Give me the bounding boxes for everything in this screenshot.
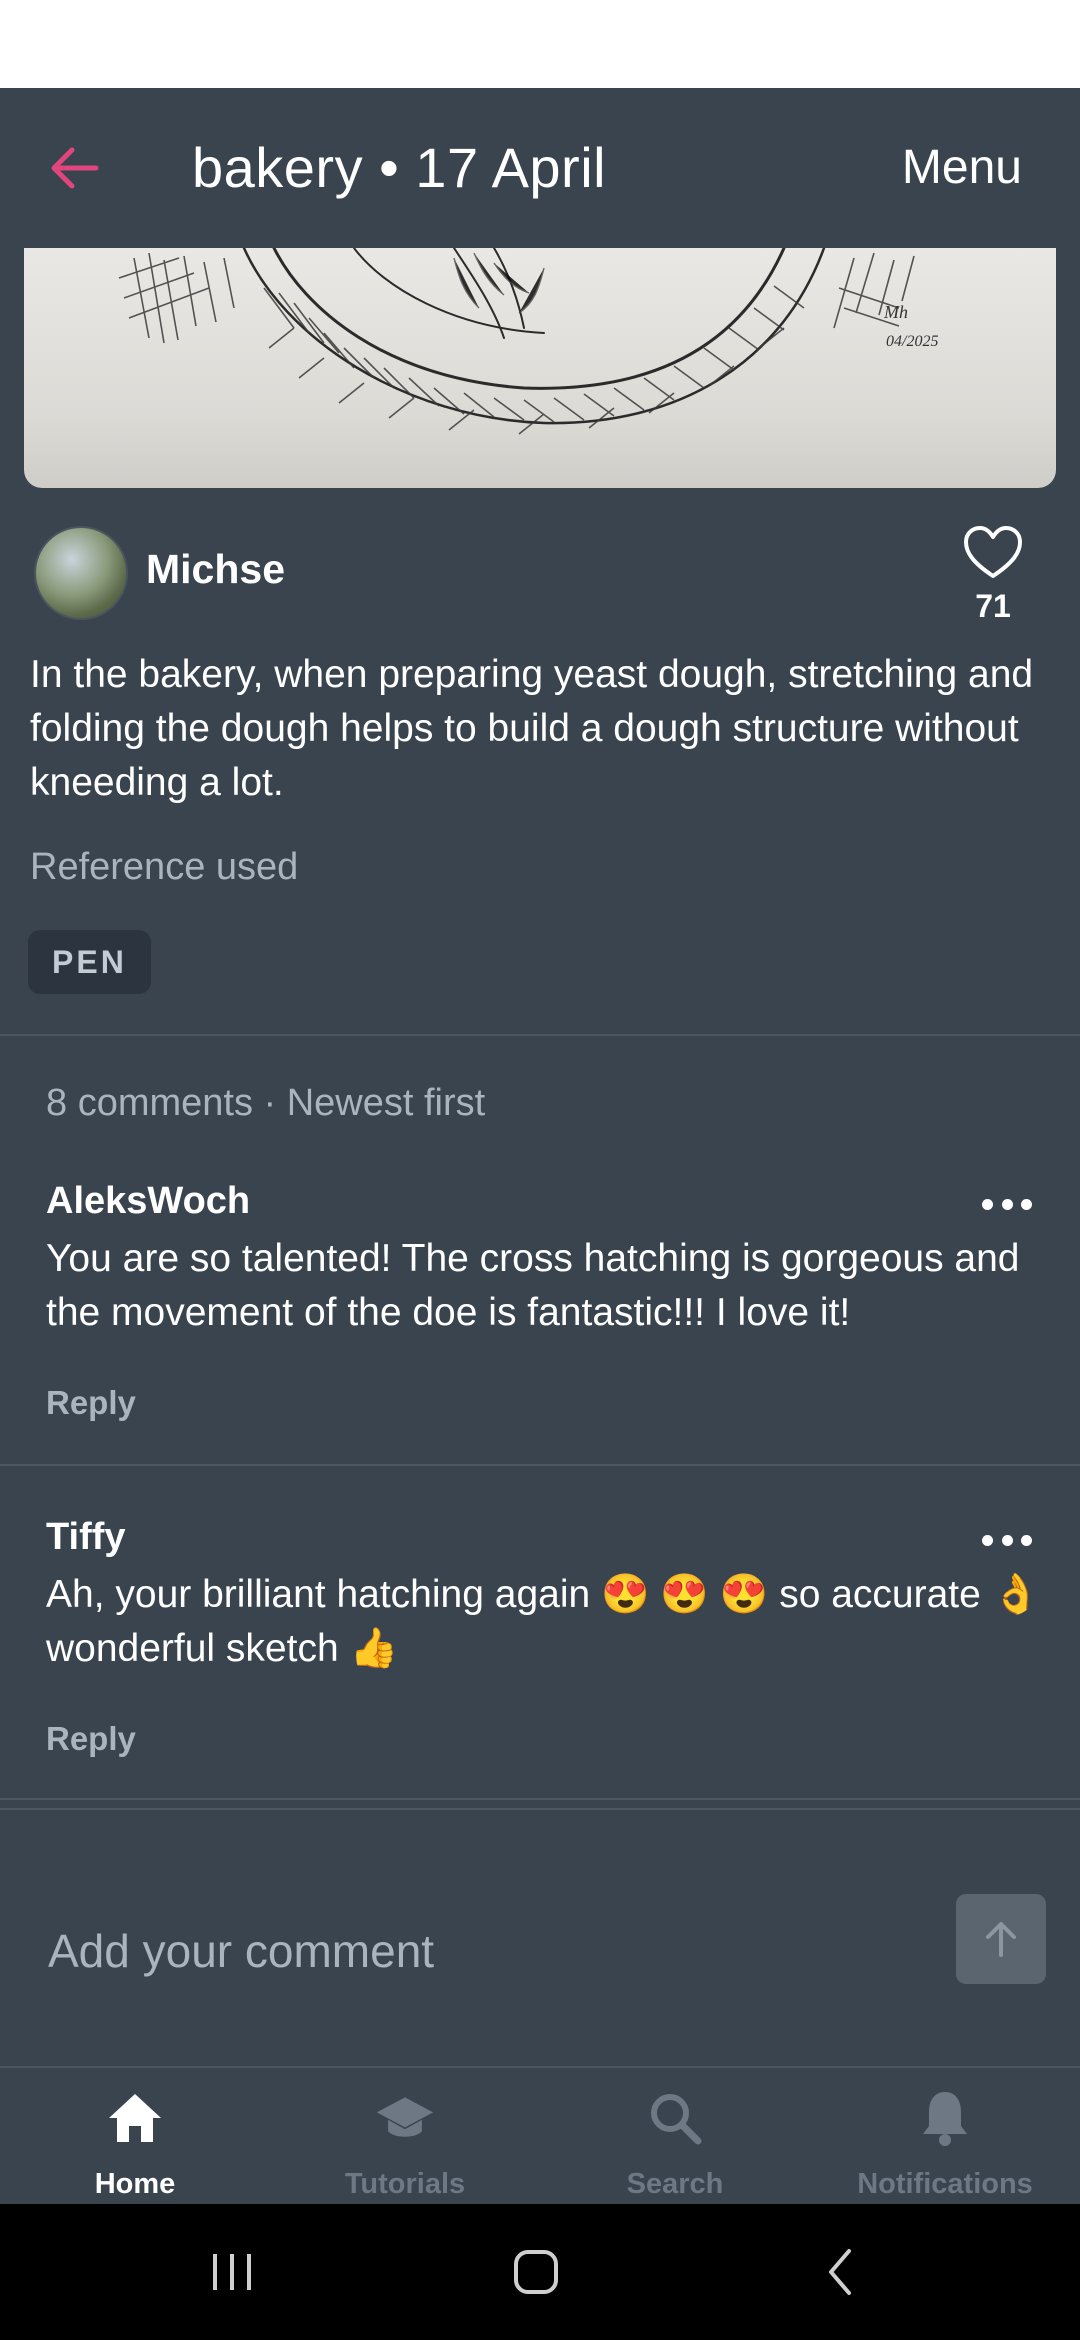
page-title: bakery • 17 April [192, 136, 607, 199]
graduation-cap-icon [375, 2088, 435, 2148]
avatar[interactable] [34, 526, 128, 620]
reply-button[interactable]: Reply [46, 1720, 136, 1758]
reference-label: Reference used [30, 846, 299, 888]
divider [0, 1798, 1080, 1800]
svg-text:Mh: Mh [883, 302, 908, 322]
comment-body: Ah, your brilliant hatching again 😍 😍 😍 … [46, 1573, 1041, 1670]
divider [0, 1464, 1080, 1466]
bottom-navigation: Home Tutorials Search Notifications [0, 2066, 1080, 2206]
comment-item: Tiffy Ah, your brilliant hatching again … [0, 1506, 1080, 1798]
app-bar: bakery • 17 April Menu [0, 88, 1080, 248]
artwork-image[interactable]: Mh 04/2025 [24, 248, 1056, 488]
comment-composer [0, 1810, 1080, 2066]
recent-apps-icon [213, 2254, 251, 2290]
arrow-up-icon [986, 1922, 1016, 1957]
dot-icon [1021, 1198, 1032, 1210]
status-bar [0, 0, 1080, 88]
comment-input[interactable] [46, 1910, 930, 1992]
post-author-row: Michse 71 [30, 524, 1050, 624]
nav-home[interactable]: Home [0, 2068, 270, 2206]
home-icon [105, 2088, 165, 2148]
nav-label: Search [626, 2168, 724, 2200]
dot-icon [1001, 1198, 1013, 1210]
dot-icon [1001, 1534, 1013, 1546]
comment-author[interactable]: AleksWoch [46, 1180, 250, 1223]
svg-text:04/2025: 04/2025 [886, 333, 938, 350]
nav-label: Home [94, 2168, 176, 2200]
more-options-button[interactable] [982, 1194, 1032, 1214]
nav-label: Notifications [857, 2168, 1033, 2200]
reply-button[interactable]: Reply [46, 1384, 136, 1422]
nav-tutorials[interactable]: Tutorials [270, 2068, 540, 2206]
bell-icon [915, 2088, 975, 2148]
dot-icon [982, 1198, 993, 1210]
heart-icon [964, 526, 1022, 578]
home-square-icon [514, 2250, 558, 2294]
nav-label: Tutorials [344, 2168, 466, 2200]
tag-badge[interactable]: PEN [28, 930, 151, 994]
arrow-left-icon [51, 147, 99, 189]
send-button[interactable] [956, 1894, 1046, 1984]
menu-button[interactable]: Menu [902, 136, 1022, 200]
comments-header[interactable]: 8 comments · Newest first [46, 1082, 485, 1125]
comment-body: You are so talented! The cross hatching … [46, 1237, 1020, 1334]
post-description: In the bakery, when preparing yeast doug… [30, 653, 1034, 804]
dot-icon [982, 1534, 993, 1546]
nav-search[interactable]: Search [540, 2068, 810, 2206]
more-options-button[interactable] [982, 1530, 1032, 1550]
divider [0, 1034, 1080, 1036]
chevron-left-icon [829, 2249, 851, 2295]
author-name[interactable]: Michse [146, 546, 285, 593]
back-button[interactable] [44, 138, 104, 198]
recent-apps-button[interactable] [172, 2204, 292, 2340]
home-system-button[interactable] [476, 2204, 596, 2340]
like-button[interactable] [962, 524, 1024, 584]
system-navigation-bar [0, 2204, 1080, 2340]
like-count: 71 [975, 588, 1011, 624]
back-system-button[interactable] [780, 2204, 900, 2340]
comment-author[interactable]: Tiffy [46, 1516, 126, 1559]
comment-item: AleksWoch You are so talented! The cross… [0, 1170, 1080, 1464]
dot-icon [1021, 1534, 1032, 1546]
nav-notifications[interactable]: Notifications [810, 2068, 1080, 2206]
search-icon [645, 2088, 705, 2148]
